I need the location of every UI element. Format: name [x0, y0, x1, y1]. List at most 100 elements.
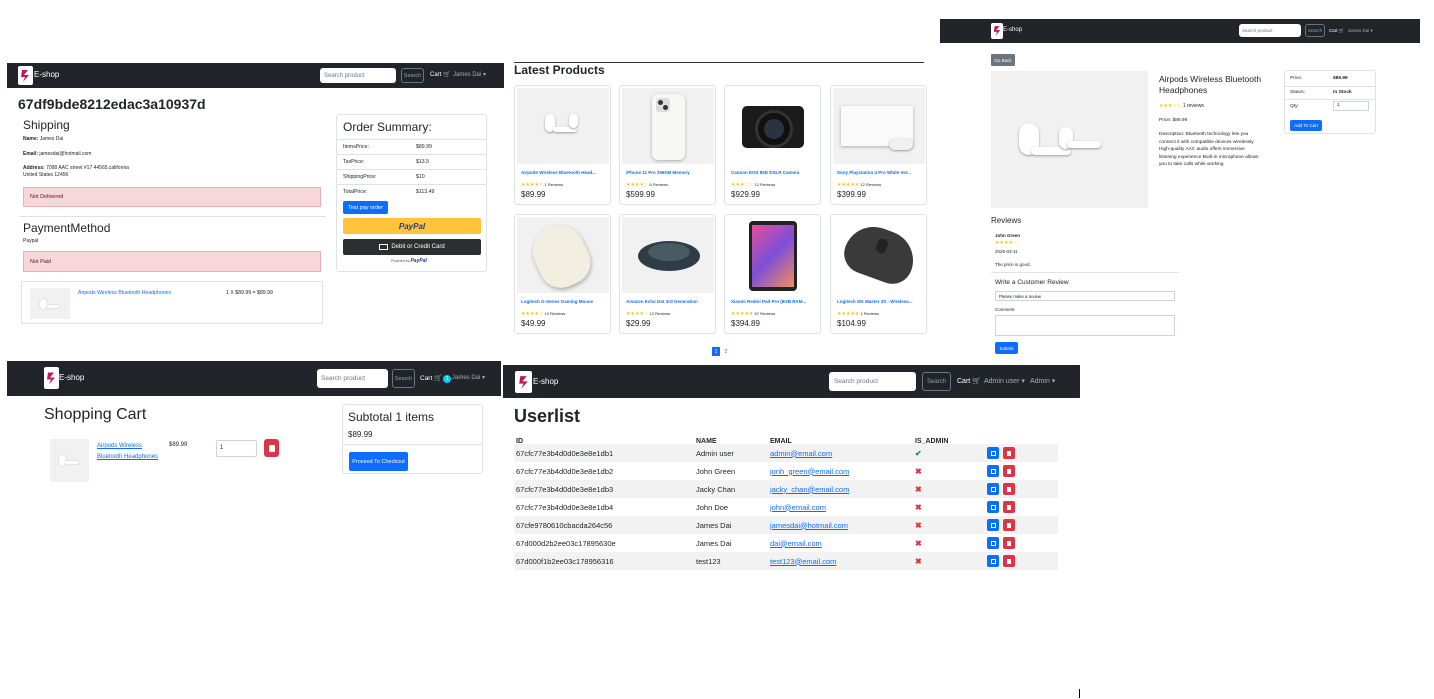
cart-link[interactable]: Cart 🛒: [957, 377, 981, 385]
product-name-link[interactable]: Xiaomi Redmi Pad Pro (8GB RAM...: [731, 299, 806, 304]
price-value: $89.99: [1333, 76, 1348, 81]
delete-user-button[interactable]: [1003, 501, 1015, 513]
order-item-calc: 1 X $89.99 = $89.99: [226, 290, 273, 296]
product-name-link[interactable]: iPhone 11 Pro 256GB Memory: [626, 170, 690, 175]
edit-user-button[interactable]: [987, 465, 999, 477]
search-button[interactable]: Search: [401, 68, 424, 83]
product-card[interactable]: Logitech MX Master 3S - Wireless... ★★★★…: [830, 214, 927, 334]
rating-select[interactable]: Please make a review: [995, 291, 1175, 301]
product-image[interactable]: [622, 217, 714, 293]
logo-icon[interactable]: [991, 23, 1003, 39]
order-item-link[interactable]: Airpods Wireless Bluetooth Headphones: [78, 290, 171, 296]
product-card[interactable]: iPhone 11 Pro 256GB Memory ★★★★☆ 8 Revie…: [619, 85, 716, 205]
user-name: test123: [696, 556, 721, 566]
product-image[interactable]: [833, 88, 925, 164]
product-card[interactable]: Logitech G-Series Gaming Mouse ★★★★☆ 10 …: [514, 214, 611, 334]
logo-icon[interactable]: [44, 367, 59, 389]
qty-select[interactable]: 1: [1333, 101, 1369, 111]
brand-label[interactable]: E-shop: [59, 373, 84, 382]
search-input[interactable]: Search product: [320, 68, 396, 83]
delete-user-button[interactable]: [1003, 519, 1015, 531]
edit-user-button[interactable]: [987, 555, 999, 567]
edit-user-button[interactable]: [987, 483, 999, 495]
cart-item-link[interactable]: Airpods Wireless Bluetooth Headphones: [97, 441, 159, 463]
delete-user-button[interactable]: [1003, 537, 1015, 549]
brand-label[interactable]: E-shop: [1003, 27, 1022, 33]
product-image[interactable]: [622, 88, 714, 164]
x-icon: ✖: [915, 484, 922, 494]
brand-label[interactable]: E-shop: [533, 377, 558, 386]
cart-qty-select[interactable]: 1: [216, 440, 257, 457]
product-detail-panel: E-shop Search product Search Cart 🛒 Jame…: [940, 19, 1420, 359]
user-email-link[interactable]: jonh_green@email.com: [770, 467, 849, 476]
product-image[interactable]: [517, 88, 609, 164]
search-button[interactable]: Search: [922, 372, 951, 391]
edit-user-button[interactable]: [987, 537, 999, 549]
product-name-link[interactable]: Cannon EOS 80D DSLR Camera: [731, 170, 799, 175]
product-card[interactable]: Sony Playstation 4 Pro White Ver... ★★★★…: [830, 85, 927, 205]
delete-user-button[interactable]: [1003, 465, 1015, 477]
comment-textarea[interactable]: [995, 315, 1175, 336]
product-image[interactable]: [833, 217, 925, 293]
search-input[interactable]: Search product: [829, 372, 916, 391]
test-pay-button[interactable]: Test pay order: [343, 201, 388, 214]
card-pay-button[interactable]: Debit or Credit Card: [343, 239, 481, 255]
user-email-link[interactable]: admin@email.com: [770, 449, 832, 458]
edit-icon: [990, 468, 996, 474]
page-2[interactable]: 2: [722, 347, 730, 356]
search-button[interactable]: Search: [392, 369, 415, 388]
user-menu[interactable]: James Dai ▾: [1348, 28, 1373, 34]
user-email-link[interactable]: john@email.com: [770, 503, 826, 512]
user-menu[interactable]: James Dai ▾: [452, 374, 485, 381]
summary-divider: [337, 169, 486, 170]
product-card[interactable]: Cannon EOS 80D DSLR Camera ★★★☆☆ 12 Revi…: [724, 85, 821, 205]
go-back-button[interactable]: Go Back: [991, 54, 1015, 66]
edit-user-button[interactable]: [987, 447, 999, 459]
brand-label[interactable]: E-shop: [34, 70, 59, 79]
page-1[interactable]: 1: [712, 347, 720, 356]
product-name-link[interactable]: Amazon Echo Dot 3rd Generation: [626, 299, 698, 304]
cart-link[interactable]: Cart 🛒 1: [420, 374, 452, 383]
payment-heading: PaymentMethod: [23, 221, 111, 235]
product-card[interactable]: Amazon Echo Dot 3rd Generation ★★★★☆ 12 …: [619, 214, 716, 334]
user-email-link[interactable]: test123@email.com: [770, 557, 836, 566]
logo-icon[interactable]: [18, 66, 33, 85]
paypal-button[interactable]: PayPal: [343, 218, 481, 234]
user-name: John Doe: [696, 502, 729, 512]
user-email-link[interactable]: dai@email.com: [770, 539, 822, 548]
product-image[interactable]: [727, 217, 819, 293]
edit-user-button[interactable]: [987, 501, 999, 513]
delete-user-button[interactable]: [1003, 555, 1015, 567]
edit-user-button[interactable]: [987, 519, 999, 531]
admin-user-menu[interactable]: Admin user ▾: [984, 377, 1025, 385]
user-id: 67cfc77e3b4d0d0e3e8e1db2: [516, 466, 614, 476]
search-button[interactable]: Search: [1305, 24, 1325, 37]
product-name-link[interactable]: Airpods Wireless Bluetooth Head...: [521, 170, 596, 175]
cart-link[interactable]: Cart 🛒: [430, 71, 451, 78]
submit-review-button[interactable]: Submit: [995, 342, 1018, 354]
logo-icon[interactable]: [515, 371, 532, 393]
product-card[interactable]: Xiaomi Redmi Pad Pro (8GB RAM... ★★★★★ 6…: [724, 214, 821, 334]
delete-user-button[interactable]: [1003, 483, 1015, 495]
latest-title: Latest Products: [514, 63, 605, 77]
remove-item-button[interactable]: [264, 439, 279, 457]
search-input[interactable]: Search product: [317, 369, 388, 388]
product-image[interactable]: [727, 88, 819, 164]
rating-stars-icon: ★★★★☆: [626, 311, 649, 317]
delete-user-button[interactable]: [1003, 447, 1015, 459]
product-card[interactable]: Airpods Wireless Bluetooth Head... ★★★★☆…: [514, 85, 611, 205]
user-email-link[interactable]: jamesdai@hotmail.com: [770, 521, 848, 530]
product-name-link[interactable]: Sony Playstation 4 Pro White Ver...: [837, 170, 911, 175]
search-input[interactable]: Search product: [1239, 24, 1301, 37]
admin-menu[interactable]: Admin ▾: [1030, 377, 1055, 385]
user-menu[interactable]: James Dai ▾: [453, 71, 486, 78]
cart-link[interactable]: Cart 🛒: [1329, 28, 1344, 34]
product-name-link[interactable]: Logitech G-Series Gaming Mouse: [521, 299, 593, 304]
pagination: 1 2: [712, 347, 730, 356]
checkout-button[interactable]: Proceed To Checkout: [349, 452, 408, 471]
product-image[interactable]: [517, 217, 609, 293]
edit-icon: [990, 558, 996, 564]
add-to-cart-button[interactable]: Add To Cart: [1290, 120, 1322, 131]
user-email-link[interactable]: jacky_chan@email.com: [770, 485, 849, 494]
product-name-link[interactable]: Logitech MX Master 3S - Wireless...: [837, 299, 912, 304]
